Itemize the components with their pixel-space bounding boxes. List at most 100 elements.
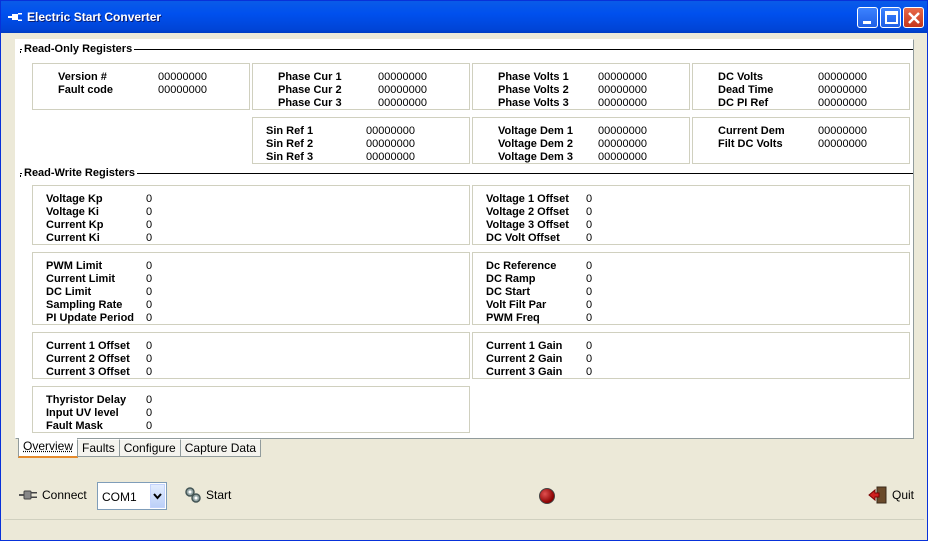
sin-ref-1-label: Sin Ref 1 [266,125,314,137]
volt-filt-par-value[interactable]: 0 [586,299,592,312]
pwm-limit-value[interactable]: 0 [146,260,152,273]
maximize-button[interactable] [880,7,901,28]
dc-volt-offset-label: DC Volt Offset [486,232,560,244]
phase-cur-1-value: 00000000 [378,71,427,83]
pwm-freq-value[interactable]: 0 [586,312,592,325]
dc-volt-offset-value[interactable]: 0 [586,232,592,245]
ro-box-phase-cur: Phase Cur 1 00000000 Phase Cur 2 0000000… [252,63,470,110]
ro-box-current-dem: Current Dem 00000000 Filt DC Volts 00000… [692,117,910,164]
phase-cur-3-value: 00000000 [378,97,427,109]
current-3-gain-label: Current 3 Gain [486,366,563,378]
dc-start-value[interactable]: 0 [586,286,592,299]
dc-volts-value: 00000000 [818,71,867,83]
voltage-kp-value[interactable]: 0 [146,193,152,206]
phase-volts-3-label: Phase Volts 3 [498,97,569,109]
dc-limit-value[interactable]: 0 [146,286,152,299]
current-1-gain-value[interactable]: 0 [586,340,592,353]
filt-dc-volts-value: 00000000 [818,138,867,150]
phase-volts-1-label: Phase Volts 1 [498,71,569,83]
current-2-offset-value[interactable]: 0 [146,353,152,366]
current-limit-value[interactable]: 0 [146,273,152,286]
dc-reference-label: Dc Reference [486,260,557,272]
minimize-button[interactable] [857,7,878,28]
fault-mask-label: Fault Mask [46,420,103,432]
input-uv-level-value[interactable]: 0 [146,407,152,420]
rw-box-current-gains: Current 1 Gain 0 Current 2 Gain 0 Curren… [472,332,910,379]
rw-box-current-offsets: Current 1 Offset 0 Current 2 Offset 0 Cu… [32,332,470,379]
phase-cur-1-label: Phase Cur 1 [278,71,342,83]
ro-box-voltage-dem: Voltage Dem 1 00000000 Voltage Dem 2 000… [472,117,690,164]
ro-box-version: Version # 00000000 Fault code 00000000 [32,63,250,110]
dead-time-label: Dead Time [718,84,774,96]
phase-volts-2-value: 00000000 [598,84,647,96]
port-select[interactable]: COM1 [97,482,167,510]
voltage-1-offset-value[interactable]: 0 [586,193,592,206]
phase-volts-1-value: 00000000 [598,71,647,83]
dc-volts-label: DC Volts [718,71,764,83]
pwm-freq-label: PWM Freq [486,312,540,324]
sampling-rate-value[interactable]: 0 [146,299,152,312]
dead-time-value: 00000000 [818,84,867,96]
ro-box-sin-ref: Sin Ref 1 00000000 Sin Ref 2 00000000 Si… [252,117,470,164]
sin-ref-2-value: 00000000 [366,138,415,150]
port-select-dropdown[interactable] [150,484,165,508]
current-ki-value[interactable]: 0 [146,232,152,245]
tab-capture-data[interactable]: Capture Data [179,439,262,457]
current-3-offset-value[interactable]: 0 [146,366,152,379]
voltage-dem-2-label: Voltage Dem 2 [498,138,573,150]
current-3-gain-value[interactable]: 0 [586,366,592,379]
tab-faults[interactable]: Faults [77,439,120,457]
voltage-2-offset-value[interactable]: 0 [586,206,592,219]
tab-configure[interactable]: Configure [118,439,181,457]
port-select-value: COM1 [102,490,137,504]
window-title: Electric Start Converter [27,10,162,24]
current-ki-label: Current Ki [46,232,100,244]
close-button[interactable] [903,7,924,28]
minimize-icon [863,21,871,24]
start-button[interactable]: Start [183,486,231,504]
voltage-2-offset-label: Voltage 2 Offset [486,206,569,218]
rw-box-gains: Voltage Kp 0 Voltage Ki 0 Current Kp 0 C… [32,185,470,245]
fault-code-value: 00000000 [158,84,207,96]
dc-ramp-label: DC Ramp [486,273,536,285]
dc-reference-value[interactable]: 0 [586,260,592,273]
tab-overview[interactable]: Overview [18,438,79,458]
phase-cur-2-value: 00000000 [378,84,427,96]
voltage-3-offset-value[interactable]: 0 [586,219,592,232]
read-only-title: Read-Only Registers [22,43,135,55]
current-2-gain-value[interactable]: 0 [586,353,592,366]
rw-box-limits: PWM Limit 0 Current Limit 0 DC Limit 0 S… [32,252,470,325]
pi-update-period-value[interactable]: 0 [146,312,152,325]
read-write-title: Read-Write Registers [22,167,138,179]
quit-button[interactable]: Quit [868,486,914,504]
current-2-offset-label: Current 2 Offset [46,353,130,365]
input-uv-level-label: Input UV level [46,407,119,419]
close-icon [908,12,920,24]
dc-limit-label: DC Limit [46,286,92,298]
current-1-offset-value[interactable]: 0 [146,340,152,353]
rw-box-voltage-offsets: Voltage 1 Offset 0 Voltage 2 Offset 0 Vo… [472,185,910,245]
quit-label: Quit [892,488,915,502]
voltage-dem-3-value: 00000000 [598,151,647,163]
maximize-icon [885,11,898,24]
connect-button[interactable]: Connect [19,488,87,502]
connect-label: Connect [42,488,87,502]
current-kp-value[interactable]: 0 [146,219,152,232]
current-limit-label: Current Limit [46,273,116,285]
voltage-dem-2-value: 00000000 [598,138,647,150]
dc-ramp-value[interactable]: 0 [586,273,592,286]
phase-cur-3-label: Phase Cur 3 [278,97,342,109]
current-1-gain-label: Current 1 Gain [486,340,563,352]
voltage-ki-value[interactable]: 0 [146,206,152,219]
chevron-down-icon [153,493,162,500]
fault-mask-value[interactable]: 0 [146,420,152,433]
rw-box-thyristor: Thyristor Delay 0 Input UV level 0 Fault… [32,386,470,433]
read-write-divider [20,173,913,175]
exit-door-icon [868,486,887,504]
title-bar[interactable]: Electric Start Converter [1,1,927,33]
pi-update-period-label: PI Update Period [46,312,135,324]
plug-app-icon [8,13,22,21]
ro-box-phase-volts: Phase Volts 1 00000000 Phase Volts 2 000… [472,63,690,110]
current-dem-label: Current Dem [718,125,785,137]
thyristor-delay-value[interactable]: 0 [146,394,152,407]
